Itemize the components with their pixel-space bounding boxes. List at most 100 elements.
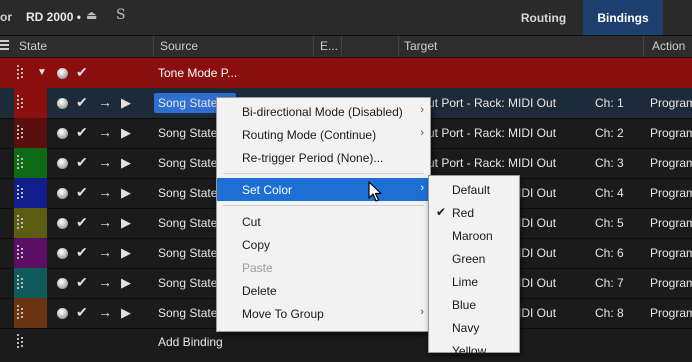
device-name[interactable]: RD 2000 •: [26, 10, 81, 24]
route-arrow-icon[interactable]: →: [98, 184, 112, 200]
column-source[interactable]: Source: [160, 39, 198, 53]
drag-handle-icon[interactable]: [17, 125, 23, 141]
color-option-maroon[interactable]: Maroon: [429, 224, 519, 247]
column-target[interactable]: Target: [404, 39, 437, 53]
color-option-red[interactable]: ✔ Red: [429, 201, 519, 224]
menu-item-label: Move To Group: [242, 307, 324, 321]
menu-item-label: Bi-directional Mode (Disabled): [242, 105, 403, 119]
route-arrow-icon[interactable]: →: [98, 244, 112, 260]
binding-channel[interactable]: Ch: 8: [595, 306, 624, 320]
enabled-check-icon[interactable]: ✔: [76, 184, 88, 201]
drag-handle-icon[interactable]: [17, 155, 23, 171]
drag-handle-icon[interactable]: [17, 65, 23, 81]
menu-item-move-to-group[interactable]: Move To Group ›: [217, 302, 430, 325]
color-option-navy[interactable]: Navy: [429, 316, 519, 339]
menu-item-copy[interactable]: Copy: [217, 233, 430, 256]
route-arrow-icon[interactable]: →: [98, 304, 112, 320]
collapse-caret-icon[interactable]: ▼: [37, 67, 47, 78]
binding-source[interactable]: Song State: [158, 186, 217, 200]
binding-action[interactable]: Program: [650, 246, 692, 260]
binding-channel[interactable]: Ch: 3: [595, 156, 624, 170]
color-option-label: Yellow: [452, 344, 487, 358]
color-option-default[interactable]: Default: [429, 178, 519, 201]
binding-channel[interactable]: Ch: 2: [595, 126, 624, 140]
binding-action[interactable]: Program: [650, 306, 692, 320]
play-icon[interactable]: ▶: [121, 95, 131, 111]
hamburger-menu-icon[interactable]: [0, 40, 9, 53]
binding-action[interactable]: Program: [650, 276, 692, 290]
submenu-arrow-icon: ›: [420, 127, 424, 139]
drag-handle-icon[interactable]: [17, 245, 23, 261]
binding-target[interactable]: ut Port - Rack: MIDI Out: [428, 126, 556, 140]
binding-action[interactable]: Program: [650, 216, 692, 230]
binding-source[interactable]: Song State: [158, 216, 217, 230]
drag-handle-icon[interactable]: [17, 95, 23, 111]
binding-channel[interactable]: Ch: 4: [595, 186, 624, 200]
binding-source[interactable]: Song State: [158, 126, 217, 140]
drag-handle-icon[interactable]: [17, 275, 23, 291]
tab-routing[interactable]: Routing: [506, 0, 581, 35]
binding-channel[interactable]: Ch: 6: [595, 246, 624, 260]
column-action[interactable]: Action: [652, 39, 685, 53]
menu-item-set-color[interactable]: Set Color ›: [217, 178, 430, 201]
enabled-check-icon[interactable]: ✔: [76, 154, 88, 171]
menu-item-cut[interactable]: Cut: [217, 210, 430, 233]
enabled-check-icon[interactable]: ✔: [76, 304, 88, 321]
play-icon[interactable]: ▶: [121, 215, 131, 231]
binding-action[interactable]: Program: [650, 96, 692, 110]
route-arrow-icon[interactable]: →: [98, 214, 112, 230]
play-icon[interactable]: ▶: [121, 305, 131, 321]
binding-action[interactable]: Program: [650, 126, 692, 140]
color-option-green[interactable]: Green: [429, 247, 519, 270]
enabled-check-icon[interactable]: ✔: [76, 124, 88, 141]
binding-channel[interactable]: Ch: 7: [595, 276, 624, 290]
binding-channel[interactable]: Ch: 5: [595, 216, 624, 230]
tab-bindings[interactable]: Bindings: [583, 0, 663, 35]
binding-action[interactable]: Program: [650, 186, 692, 200]
color-option-lime[interactable]: Lime: [429, 270, 519, 293]
play-icon[interactable]: ▶: [121, 125, 131, 141]
binding-action[interactable]: Program: [650, 156, 692, 170]
menu-item-retrigger-period[interactable]: Re-trigger Period (None)...: [217, 146, 430, 169]
play-icon[interactable]: ▶: [121, 245, 131, 261]
color-option-label: Lime: [452, 275, 479, 289]
route-arrow-icon[interactable]: →: [98, 274, 112, 290]
state-led-icon: [57, 278, 68, 289]
binding-target[interactable]: ut Port - Rack: MIDI Out: [428, 96, 556, 110]
enabled-check-icon[interactable]: ✔: [76, 244, 88, 261]
binding-source[interactable]: Song State: [158, 276, 217, 290]
s-logo-icon[interactable]: S: [116, 7, 126, 23]
enabled-check-icon[interactable]: ✔: [76, 274, 88, 291]
binding-source[interactable]: Song State: [158, 246, 217, 260]
binding-channel[interactable]: Ch: 1: [595, 96, 624, 110]
menu-item-delete[interactable]: Delete: [217, 279, 430, 302]
state-led-icon: [57, 98, 68, 109]
binding-source[interactable]: Song State: [158, 306, 217, 320]
drag-handle-icon[interactable]: [17, 305, 23, 321]
eject-icon[interactable]: ⏏: [86, 8, 97, 22]
color-option-yellow[interactable]: Yellow: [429, 339, 519, 362]
color-submenu: Default ✔ Red Maroon Green Lime Blue Nav…: [428, 175, 520, 358]
menu-item-bidirectional-mode[interactable]: Bi-directional Mode (Disabled) ›: [217, 100, 430, 123]
column-e[interactable]: E...: [320, 39, 338, 53]
play-icon[interactable]: ▶: [121, 155, 131, 171]
column-state[interactable]: State: [19, 39, 47, 53]
group-row[interactable]: ▼ ✔ Tone Mode P...: [0, 58, 692, 89]
color-option-blue[interactable]: Blue: [429, 293, 519, 316]
play-icon[interactable]: ▶: [121, 185, 131, 201]
enabled-check-icon[interactable]: ✔: [76, 94, 88, 111]
play-icon[interactable]: ▶: [121, 275, 131, 291]
binding-source[interactable]: Song State: [158, 156, 217, 170]
menu-item-label: Copy: [242, 238, 271, 252]
enabled-check-icon[interactable]: ✔: [76, 214, 88, 231]
drag-handle-icon[interactable]: [17, 185, 23, 201]
binding-source[interactable]: Song State: [158, 96, 217, 110]
route-arrow-icon[interactable]: →: [98, 94, 112, 110]
state-led-icon: [57, 188, 68, 199]
menu-item-routing-mode[interactable]: Routing Mode (Continue) ›: [217, 123, 430, 146]
enabled-check-icon[interactable]: ✔: [76, 64, 88, 81]
route-arrow-icon[interactable]: →: [98, 124, 112, 140]
binding-target[interactable]: ut Port - Rack: MIDI Out: [428, 156, 556, 170]
drag-handle-icon[interactable]: [17, 215, 23, 231]
route-arrow-icon[interactable]: →: [98, 154, 112, 170]
